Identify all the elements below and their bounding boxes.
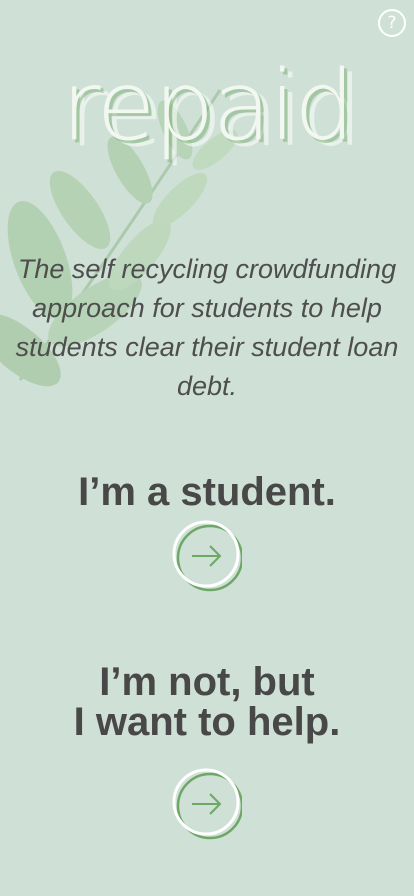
- helper-title-line1: I’m not, but: [99, 660, 315, 704]
- logo-text: repaid: [61, 50, 355, 162]
- helper-option-title: I’m not, but I want to help.: [0, 662, 414, 742]
- arrow-right-icon: [192, 793, 222, 815]
- student-option-title: I’m a student.: [78, 470, 336, 514]
- helper-title-line2: I want to help.: [73, 700, 341, 744]
- help-button[interactable]: ?: [378, 9, 406, 37]
- app-logo: repaid repaid: [0, 50, 414, 162]
- question-mark-icon: ?: [387, 13, 397, 33]
- helper-next-button[interactable]: [170, 768, 242, 840]
- arrow-right-icon: [192, 545, 222, 567]
- tagline: The self recycling crowdfunding approach…: [15, 254, 399, 401]
- student-next-button[interactable]: [170, 520, 242, 592]
